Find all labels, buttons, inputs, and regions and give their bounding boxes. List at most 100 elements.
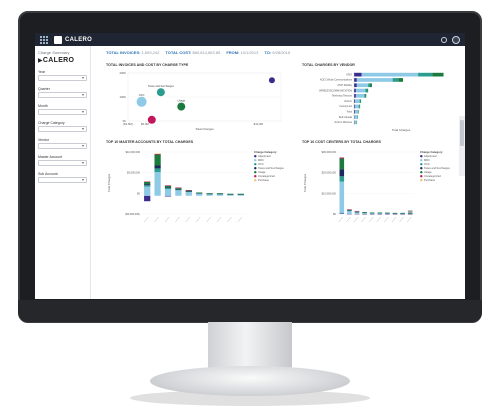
bar-segment bbox=[185, 192, 192, 196]
x-tick-placeholder bbox=[361, 216, 366, 223]
x-tick-placeholder bbox=[369, 216, 374, 223]
legend-swatch bbox=[254, 179, 257, 182]
filter-year[interactable]: Year bbox=[38, 70, 87, 81]
cost-centers-bar-chart[interactable]: $30,000,000 $20,000,000 $10,000,000 $0 Total… bbox=[302, 144, 457, 228]
legend-swatch bbox=[420, 163, 423, 166]
vendor-label: AT&T Mobility bbox=[337, 84, 352, 87]
point-label: Usage bbox=[178, 99, 186, 103]
user-avatar-icon[interactable] bbox=[452, 35, 460, 44]
x-tick-placeholder bbox=[206, 216, 211, 223]
vendor-bar-segment bbox=[392, 78, 399, 82]
scatter-point bbox=[156, 88, 165, 97]
filter-select[interactable] bbox=[38, 109, 87, 115]
kpi-value: 9/28/2015 bbox=[272, 50, 291, 55]
monitor-stand-neck bbox=[208, 322, 292, 372]
filter-select[interactable] bbox=[38, 143, 87, 149]
filter-label: Vendor bbox=[38, 138, 50, 142]
scrollbar[interactable] bbox=[459, 116, 465, 176]
point-label: OCC bbox=[139, 93, 145, 97]
filter-select[interactable] bbox=[38, 126, 87, 132]
filter-master-account[interactable]: Master Account bbox=[38, 155, 87, 166]
kpi-label: FROM: bbox=[226, 50, 240, 55]
legend-item: MRC bbox=[258, 158, 264, 162]
bar-segment bbox=[175, 188, 182, 190]
bar-segment bbox=[362, 212, 367, 213]
bar-segment bbox=[227, 194, 234, 196]
vendor-bar-segment bbox=[398, 78, 404, 82]
x-tick-placeholder bbox=[353, 216, 359, 223]
vendor-bar-segment bbox=[358, 104, 360, 109]
x-tick-label: $0.0M bbox=[141, 122, 149, 126]
y-tick-label: $20,000,000 bbox=[322, 171, 337, 175]
top-bar: CALERO bbox=[35, 33, 465, 46]
kpi-item: TOTAL COST: $80,814,853.85 bbox=[165, 50, 220, 55]
vendor-label: CenturyLink bbox=[339, 105, 353, 108]
legend-title: Charge Category bbox=[254, 150, 277, 154]
x-tick-placeholder bbox=[196, 216, 201, 223]
filter-select[interactable] bbox=[38, 92, 87, 98]
scatter-chart[interactable]: 200K100K0K($1.5M) $0.0M $10.0MTotal Charge… bbox=[106, 67, 286, 133]
panel-invoices-by-charge-type: TOTAL INVOICES AND COST BY CHARGE TYPE 2… bbox=[106, 63, 286, 135]
legend-swatch bbox=[254, 167, 257, 170]
bar-segment bbox=[175, 187, 182, 189]
bar-segment bbox=[196, 193, 203, 196]
scrollbar-thumb[interactable] bbox=[460, 120, 464, 146]
bar-segment bbox=[407, 213, 413, 215]
filter-quarter[interactable]: Quarter bbox=[38, 87, 87, 98]
bar-segment bbox=[164, 187, 172, 189]
bar-segment bbox=[407, 210, 413, 213]
filter-select[interactable] bbox=[38, 160, 87, 166]
x-tick-placeholder bbox=[216, 216, 222, 223]
bar-segment bbox=[237, 193, 244, 195]
filter-charge-category[interactable]: Charge Category bbox=[38, 121, 87, 132]
y-tick-label: ($5,000,000) bbox=[125, 212, 140, 216]
bar-segment bbox=[400, 213, 405, 215]
vendor-label: ACE Cellular Communications bbox=[320, 79, 353, 82]
y-axis-label: Total Charges bbox=[303, 173, 307, 192]
legend-item: Purchase bbox=[258, 178, 270, 182]
bar-segment bbox=[196, 192, 203, 193]
vendor-bar-segment bbox=[364, 94, 366, 98]
scatter-point bbox=[147, 115, 156, 124]
bar-segment bbox=[339, 213, 345, 214]
y-tick-label: $10,000,000 bbox=[126, 150, 141, 154]
monitor: CALERO Charge Summary ▶CALERO Year Quarte… bbox=[0, 0, 500, 419]
filter-vendor[interactable]: Vendor bbox=[38, 138, 87, 149]
bar-segment bbox=[392, 212, 398, 214]
app-grid-icon[interactable] bbox=[40, 35, 48, 44]
search-icon[interactable] bbox=[441, 36, 447, 43]
legend-title: Charge Category bbox=[420, 150, 443, 154]
master-accounts-bar-chart[interactable]: $10,000,000 $5,000,000 $0 ($5,000,000) Total… bbox=[106, 144, 296, 228]
kpi-label: TOTAL INVOICES: bbox=[106, 50, 141, 55]
bar-segment bbox=[185, 190, 192, 191]
panel-charges-by-vendor: TOTAL CHARGES BY VENDOR AT&T ACE Cellular… bbox=[302, 63, 452, 135]
kpi-bar: TOTAL INVOICES: 1,659,242 TOTAL COST: $80… bbox=[106, 50, 290, 55]
filter-select[interactable] bbox=[38, 177, 87, 183]
bar-segment bbox=[347, 209, 352, 210]
legend-swatch bbox=[420, 167, 423, 170]
bar-segment bbox=[185, 191, 192, 192]
kpi-value: $80,814,853.85 bbox=[192, 50, 221, 55]
filter-sub-account[interactable]: Sub Account bbox=[38, 172, 87, 183]
vendor-bar-chart[interactable]: AT&T ACE Cellular Communications AT&T Mobi… bbox=[302, 67, 452, 133]
bar-segment bbox=[347, 213, 352, 215]
x-tick-placeholder bbox=[384, 216, 389, 223]
bar-segment bbox=[144, 185, 151, 187]
filter-month[interactable]: Month bbox=[38, 104, 87, 115]
x-tick-placeholder bbox=[164, 216, 170, 223]
dashboard-main: TOTAL INVOICES: 1,659,242 TOTAL COST: $80… bbox=[92, 46, 465, 299]
vendor-label: Telefonica Telecom bbox=[332, 95, 352, 98]
bar-segment bbox=[144, 186, 151, 196]
vendor-label: AT&T bbox=[346, 73, 352, 76]
monitor-chin bbox=[18, 300, 482, 322]
legend-swatch bbox=[420, 175, 423, 178]
legend-item: MRC bbox=[424, 158, 430, 162]
bar-segment bbox=[362, 213, 367, 215]
vendor-bar-segment bbox=[356, 83, 369, 88]
vendor-bar-segment bbox=[354, 115, 358, 119]
legend-swatch bbox=[254, 171, 257, 174]
bar-segment bbox=[164, 185, 172, 186]
vendor-bar-segment bbox=[354, 94, 356, 98]
filter-select[interactable] bbox=[38, 75, 87, 81]
legend-item: Uncategorized bbox=[424, 174, 441, 178]
